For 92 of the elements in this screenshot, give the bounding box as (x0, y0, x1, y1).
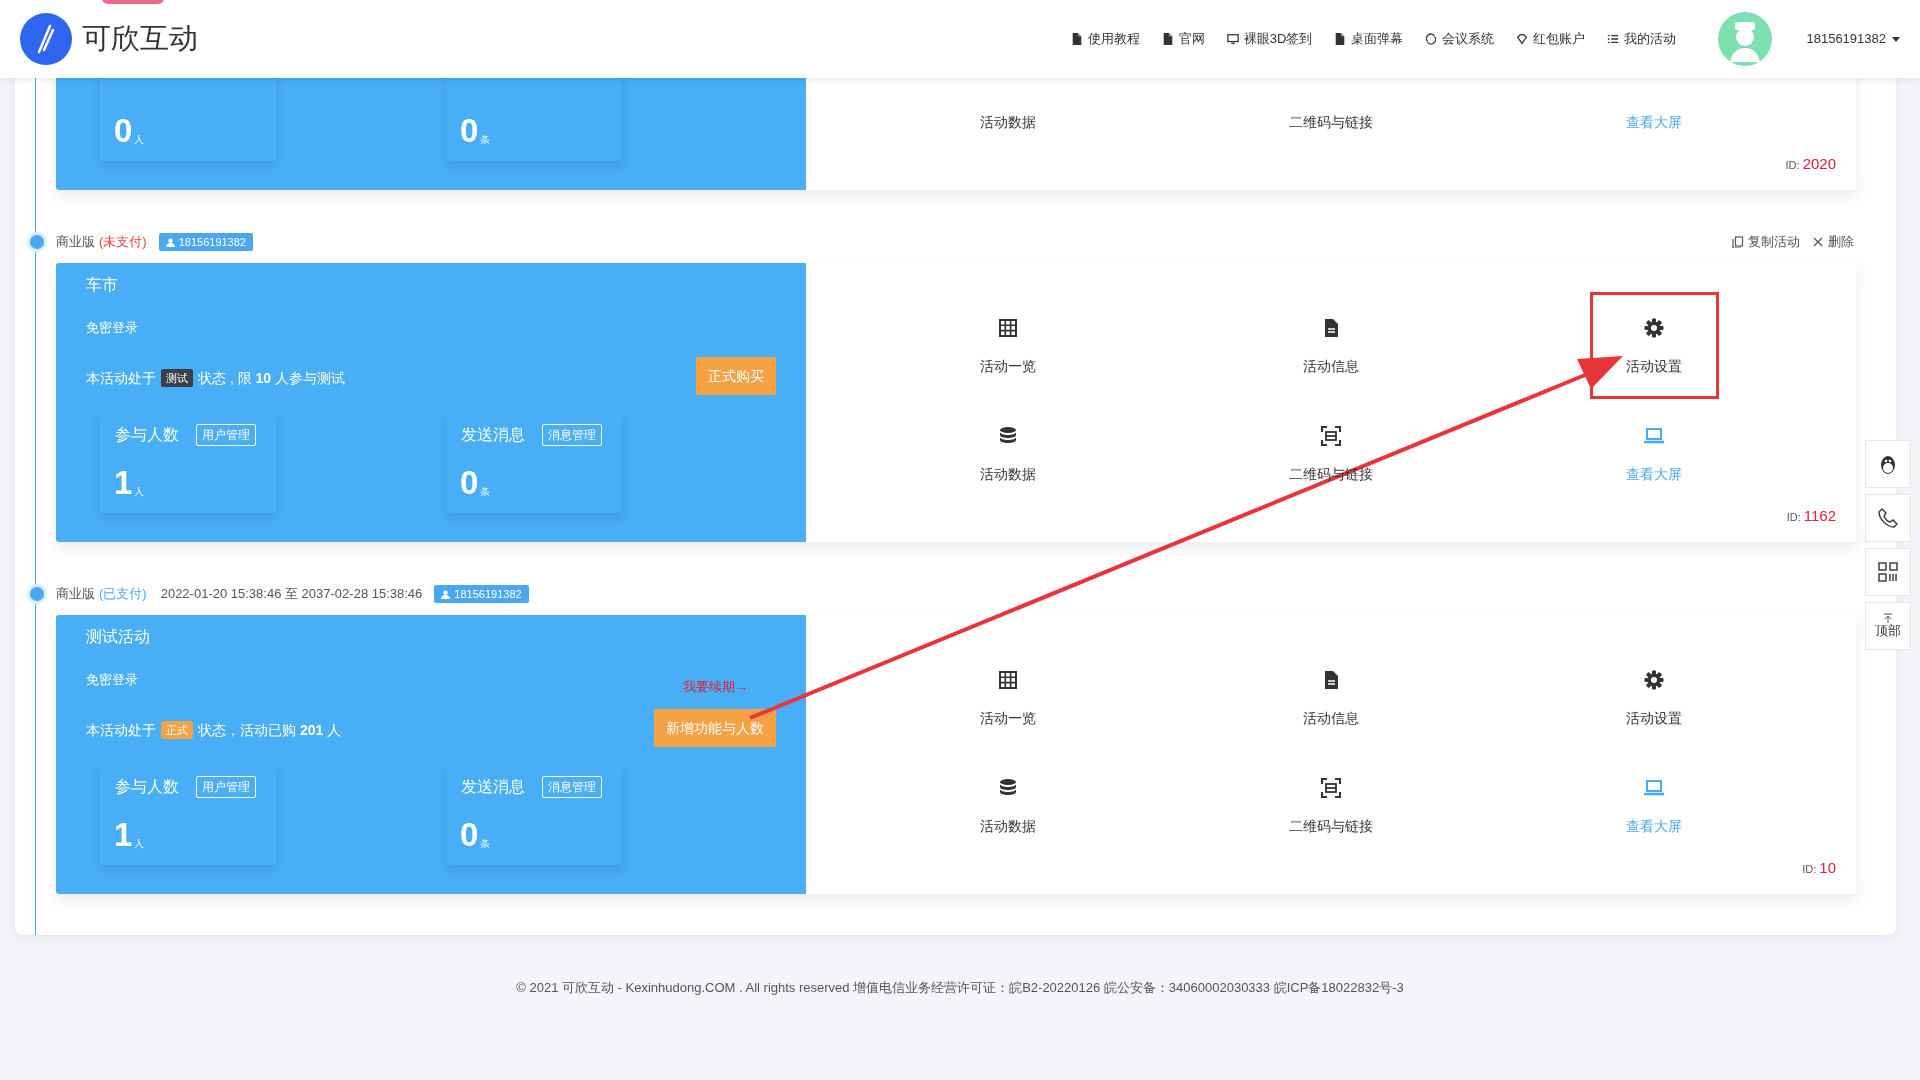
tool-link[interactable]: 活动设置 (1626, 356, 1683, 376)
tool-link[interactable]: 活动信息 (1303, 356, 1359, 376)
nav-link[interactable]: 我的活动 (1607, 29, 1677, 49)
user-icon (441, 589, 451, 599)
stat-value: 0 (460, 817, 479, 853)
tool-link[interactable]: 活动数据 (979, 464, 1036, 484)
database-icon[interactable] (997, 426, 1018, 446)
plan-label: 商业版 (56, 233, 95, 252)
copy-icon (1732, 236, 1744, 248)
stat-value: 1 (114, 817, 133, 853)
tool-link[interactable]: 二维码与链接 (1289, 112, 1373, 132)
document-icon (1070, 32, 1083, 46)
stat-unit: 人 (134, 485, 145, 499)
laptop-icon[interactable] (1644, 778, 1665, 798)
period-text: 2022-01-20 15:38:46 至 2037-02-28 15:38:46 (160, 585, 423, 604)
payment-status: (未支付) (99, 233, 147, 252)
tool-link[interactable]: 活动数据 (979, 816, 1036, 836)
status-text: 本活动处于 (86, 368, 156, 388)
scan-icon[interactable] (1321, 778, 1341, 798)
delete-link[interactable]: 删除 (1812, 232, 1854, 252)
logo-text: 可欣互动 (82, 21, 198, 57)
id-value: 10 (1819, 858, 1836, 878)
stat-unit: 人 (134, 837, 145, 851)
copy-link[interactable]: 复制活动 (1732, 232, 1800, 252)
login-mode: 免密登录 (86, 671, 138, 689)
list-icon (1607, 32, 1620, 46)
tool-link[interactable]: 活动数据 (979, 112, 1036, 132)
stat-value: 0 (460, 113, 479, 149)
plan-label: 商业版 (56, 585, 95, 604)
stat-unit: 条 (480, 133, 491, 147)
status-text: 本活动处于 (86, 720, 156, 740)
activity-title: 测试活动 (86, 627, 150, 647)
laptop-icon[interactable] (1644, 426, 1665, 446)
document-icon (1334, 32, 1347, 46)
tool-link[interactable]: 活动一览 (979, 356, 1036, 376)
id-label: ID: (1786, 510, 1801, 525)
stat-label: 发送消息 (461, 777, 525, 797)
scan-icon[interactable] (1321, 426, 1341, 446)
settings-icon[interactable] (1644, 670, 1665, 690)
nav-link[interactable]: 桌面弹幕 (1334, 29, 1404, 49)
status-tag: 测试 (161, 368, 193, 388)
tool-link[interactable]: 活动信息 (1303, 708, 1359, 728)
stat-unit: 人 (134, 133, 145, 147)
account-tag: 18156191382 (158, 233, 253, 251)
stat-value: 0 (114, 113, 133, 149)
id-value: 1162 (1803, 506, 1836, 526)
close-icon (1812, 236, 1824, 248)
tool-link[interactable]: 活动设置 (1626, 708, 1683, 728)
id-label: ID: (1785, 158, 1800, 173)
phone-icon (1877, 507, 1899, 529)
stat-unit: 条 (480, 837, 491, 851)
nav-link[interactable]: 官网 (1161, 29, 1205, 49)
monitor-icon (1226, 32, 1239, 46)
stat-label: 发送消息 (461, 425, 525, 445)
tool-link[interactable]: 二维码与链接 (1289, 816, 1373, 836)
nav-link[interactable]: 使用教程 (1070, 29, 1140, 49)
stat-label: 参与人数 (115, 425, 179, 445)
stat-label: 参与人数 (115, 777, 179, 797)
qr-code-icon (1877, 561, 1899, 583)
database-icon[interactable] (997, 778, 1018, 798)
stat-unit: 条 (480, 485, 491, 499)
caret-icon (1892, 36, 1900, 42)
user-menu[interactable]: 18156191382 (1806, 29, 1900, 49)
nav-link[interactable]: 会议系统 (1425, 29, 1495, 49)
stat-value: 0 (460, 465, 479, 501)
settings-icon[interactable] (1644, 318, 1665, 338)
id-label: ID: (1802, 862, 1817, 877)
back-to-top-button[interactable]: 顶部 (1865, 602, 1911, 650)
activity-title: 车市 (86, 275, 118, 295)
grid-icon[interactable] (997, 318, 1018, 338)
id-value: 2020 (1802, 154, 1836, 174)
user-icon (165, 237, 175, 247)
qr-code-button[interactable] (1865, 548, 1911, 596)
status-text: 状态 , 限 10 人参与测试 (198, 368, 346, 388)
status-text: 状态，活动已购 201 人 (198, 720, 342, 740)
footer-text: © 2021 可欣互动 - Kexinhudong.COM . All rights reserved 增值电信业务经营许可证：皖B2-20220126 皖公安备：34060002030333 皖ICP备18022832号-3 (516, 979, 1404, 997)
diamond-icon (1516, 32, 1529, 46)
document-icon (1161, 32, 1174, 46)
chat-button[interactable] (1865, 440, 1911, 488)
status-tag: 正式 (161, 720, 193, 740)
logo-icon[interactable] (20, 13, 72, 65)
tool-link[interactable]: 活动一览 (979, 708, 1036, 728)
account-tag: 18156191382 (434, 585, 529, 603)
grid-icon[interactable] (997, 670, 1018, 690)
stat-value: 1 (114, 465, 133, 501)
nav-link[interactable]: 红包账户 (1516, 29, 1586, 49)
phone-button[interactable] (1865, 494, 1911, 542)
login-mode: 免密登录 (86, 319, 138, 337)
swirl-icon (1425, 32, 1438, 46)
nav-link[interactable]: 裸眼3D签到 (1226, 29, 1313, 49)
arrow-up-icon (1883, 613, 1893, 623)
payment-status: (已支付) (99, 585, 147, 604)
